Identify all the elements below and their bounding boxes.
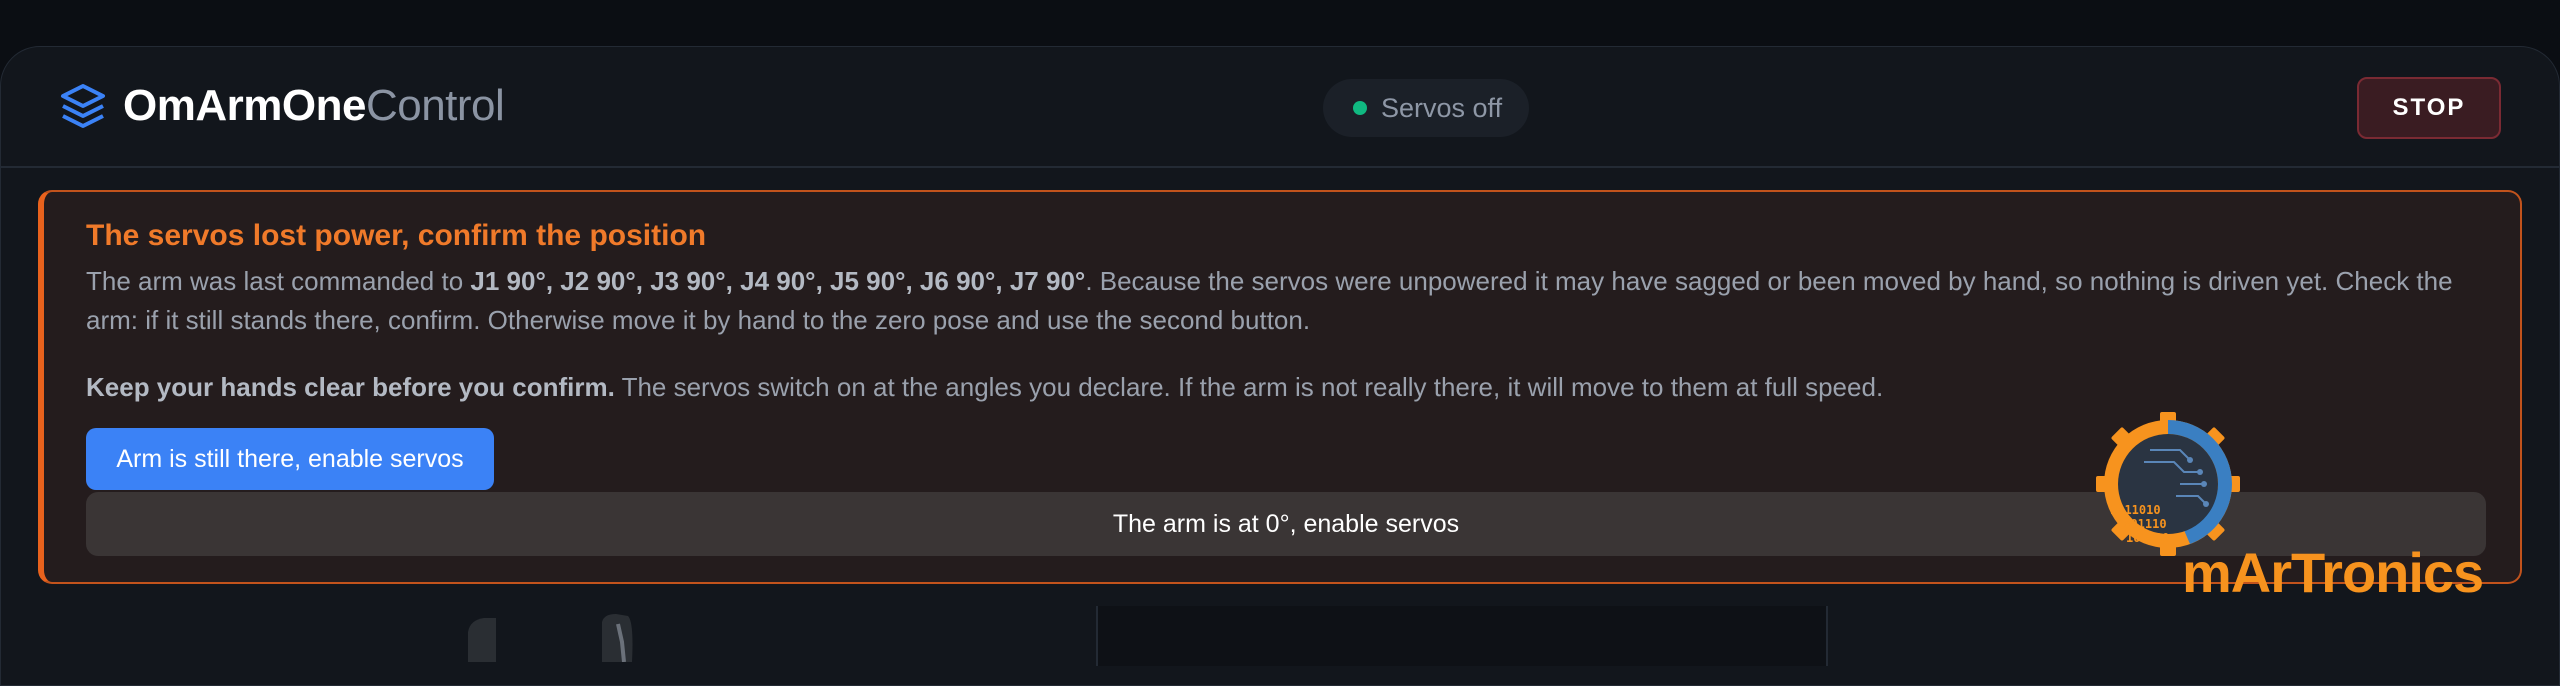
status-text: Servos off bbox=[1381, 92, 1503, 123]
stop-button[interactable]: STOP bbox=[2357, 77, 2501, 139]
gear-icon: 1011010 1001110 101010 bbox=[2096, 412, 2240, 556]
bottom-panel bbox=[1096, 606, 1828, 666]
alert-body: The arm was last commanded to J1 90°, J2… bbox=[86, 262, 2486, 340]
confirm-position-button[interactable]: Arm is still there, enable servos bbox=[86, 428, 494, 490]
warning-bold: Keep your hands clear before you confirm… bbox=[86, 372, 615, 402]
alert-body-prefix: The arm was last commanded to bbox=[86, 266, 471, 296]
brand-name-light: Control bbox=[365, 81, 505, 130]
commanded-angles: J1 90°, J2 90°, J3 90°, J4 90°, J5 90°, … bbox=[470, 266, 1086, 296]
logo-binary-2: 1001110 bbox=[2116, 517, 2167, 531]
brand: OmArmOne Control bbox=[59, 81, 505, 131]
layers-icon bbox=[61, 84, 105, 128]
arm-preview-icon bbox=[468, 614, 633, 662]
logo-binary-1: 1011010 bbox=[2110, 503, 2161, 517]
warning-rest: The servos switch on at the angles you d… bbox=[614, 372, 1884, 402]
brand-name-bold: OmArmOne bbox=[123, 81, 366, 130]
alert-title: The servos lost power, confirm the posit… bbox=[86, 219, 707, 252]
servo-status-badge: Servos off bbox=[1323, 79, 1529, 137]
header: OmArmOne Control Servos off STOP bbox=[1, 47, 2559, 168]
logo-binary-3: 101010 bbox=[2126, 531, 2169, 545]
status-dot-icon bbox=[1353, 101, 1367, 115]
logo-text: mArTronics bbox=[2182, 541, 2484, 604]
